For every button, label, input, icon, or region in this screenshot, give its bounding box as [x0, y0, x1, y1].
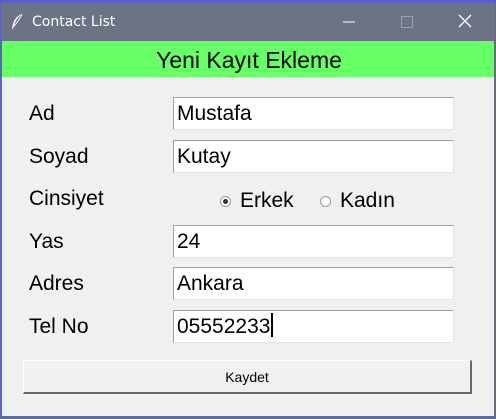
save-button[interactable]: Kaydet	[23, 360, 472, 394]
soyad-label: Soyad	[29, 145, 89, 168]
adres-label: Adres	[29, 272, 84, 295]
radio-checked-icon	[220, 195, 231, 207]
adres-input[interactable]: Ankara	[173, 267, 454, 300]
close-button[interactable]	[436, 3, 494, 41]
radio-erkek-label: Erkek	[240, 189, 294, 212]
telno-label: Tel No	[29, 315, 89, 338]
radio-kadin-label: Kadın	[340, 189, 395, 212]
feather-icon	[10, 13, 24, 31]
ad-input[interactable]: Mustafa	[173, 97, 454, 130]
maximize-button[interactable]	[378, 3, 436, 41]
radio-erkek[interactable]: Erkek	[220, 189, 294, 213]
telno-input[interactable]: 05552233	[173, 310, 454, 343]
title-bar[interactable]: Contact List	[2, 3, 494, 41]
radio-kadin[interactable]: Kadın	[320, 189, 395, 213]
contact-list-window: Contact List Yeni Kayıt Ekleme Ad Mustaf…	[1, 3, 495, 417]
minimize-button[interactable]	[320, 3, 378, 41]
form-heading: Yeni Kayıt Ekleme	[2, 41, 494, 77]
soyad-input[interactable]: Kutay	[173, 140, 454, 173]
yas-input[interactable]: 24	[173, 225, 454, 258]
maximize-icon	[401, 13, 413, 32]
ad-label: Ad	[29, 102, 55, 125]
minimize-icon	[343, 13, 355, 32]
radio-unchecked-icon	[320, 195, 331, 207]
cinsiyet-label: Cinsiyet	[29, 187, 104, 210]
close-icon	[458, 13, 472, 32]
telno-value: 05552233	[177, 315, 271, 338]
text-caret	[271, 313, 274, 337]
yas-label: Yas	[29, 230, 64, 253]
window-title: Contact List	[32, 14, 116, 30]
